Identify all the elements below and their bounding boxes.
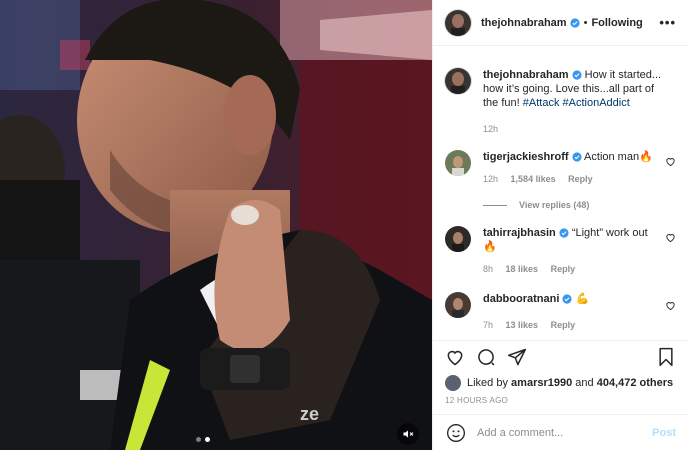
reply-button[interactable]: Reply xyxy=(551,264,576,274)
commenter-avatar-image xyxy=(445,292,471,318)
comment-input[interactable] xyxy=(477,426,653,439)
comment-body: dabbooratnani 💪 7h 13 likes Reply xyxy=(483,292,653,332)
caption-time[interactable]: 12h xyxy=(483,124,498,134)
author-username[interactable]: thejohnabraham xyxy=(481,17,567,29)
flexed-biceps-emoji: 💪 xyxy=(575,293,590,305)
liker-avatar[interactable] xyxy=(445,375,461,391)
comment-meta: 12h 1,584 likes Reply xyxy=(483,172,653,186)
smiley-icon xyxy=(447,423,465,442)
post-caption: thejohnabraham How it started... how it’… xyxy=(445,46,676,136)
comment-time[interactable]: 7h xyxy=(483,320,493,330)
comment-meta: 7h 13 likes Reply xyxy=(483,318,653,332)
like-button[interactable] xyxy=(443,345,467,369)
commenter-avatar[interactable] xyxy=(445,226,471,252)
heart-outline-icon xyxy=(447,350,463,365)
likes-count[interactable]: 404,472 others xyxy=(597,377,673,389)
comment-item: tahirrajbhasin “Light” work out 🔥 8h 18 … xyxy=(445,226,676,276)
reply-button[interactable]: Reply xyxy=(551,320,576,330)
commenter-avatar[interactable] xyxy=(445,292,471,318)
carousel-indicator xyxy=(196,437,210,442)
caption-username[interactable]: thejohnabraham xyxy=(483,69,569,81)
heart-icon[interactable] xyxy=(665,156,676,167)
comment-username[interactable]: tigerjackieshroff xyxy=(483,151,569,163)
liked-by-summary: Liked by amarsr1990 and 404,472 others xyxy=(433,372,688,394)
following-button[interactable]: Following xyxy=(591,17,642,29)
speaker-muted-icon xyxy=(403,430,414,438)
svg-text:ze: ze xyxy=(300,404,319,424)
comment-likes-count[interactable]: 1,584 likes xyxy=(511,174,556,184)
comments-list: thejohnabraham How it started... how it’… xyxy=(433,46,688,340)
commenter-avatar[interactable] xyxy=(445,150,471,176)
view-replies-label: View replies (48) xyxy=(519,200,590,210)
more-options-button[interactable]: ••• xyxy=(659,15,676,30)
post-header: thejohnabraham • Following ••• xyxy=(433,0,688,46)
verified-badge-icon xyxy=(562,294,572,304)
author-avatar-image xyxy=(445,9,471,36)
comment-body: tigerjackieshroff Action man🔥 12h 1,584 … xyxy=(483,150,653,186)
caption-body: thejohnabraham How it started... how it’… xyxy=(483,68,663,136)
verified-badge-icon xyxy=(572,152,582,162)
liked-by-middle: and xyxy=(575,377,594,389)
view-replies-line xyxy=(483,204,507,206)
heart-icon[interactable] xyxy=(665,300,676,311)
commenter-avatar-image xyxy=(445,226,471,252)
hashtag-attack[interactable]: #Attack xyxy=(523,97,560,109)
share-button[interactable] xyxy=(505,345,529,369)
caption-avatar-image xyxy=(445,68,471,94)
verified-badge-icon xyxy=(571,70,582,80)
comment-text: Action man xyxy=(584,151,640,163)
save-button[interactable] xyxy=(654,345,678,369)
post-action-bar xyxy=(433,340,688,372)
post-timestamp[interactable]: 12 HOURS AGO xyxy=(433,394,688,408)
caption-meta: 12h xyxy=(483,122,663,136)
comment-time[interactable]: 8h xyxy=(483,264,493,274)
verified-badge-icon xyxy=(569,17,580,28)
post-side-panel: thejohnabraham • Following ••• thejohnab… xyxy=(432,0,688,450)
verified-badge-icon xyxy=(559,228,569,238)
reply-button[interactable]: Reply xyxy=(568,174,593,184)
comment-likes-count[interactable]: 13 likes xyxy=(506,320,539,330)
paper-plane-icon xyxy=(507,348,527,365)
bookmark-icon xyxy=(659,347,673,366)
comment-item: tigerjackieshroff Action man🔥 12h 1,584 … xyxy=(445,150,676,186)
comment-meta: 8h 18 likes Reply xyxy=(483,262,653,276)
post-comment-button[interactable]: Post xyxy=(652,427,676,439)
comment-time[interactable]: 12h xyxy=(483,174,498,184)
hashtag-actionaddict[interactable]: #ActionAddict xyxy=(563,97,630,109)
header-user: thejohnabraham • Following xyxy=(481,17,643,29)
comment-item: dabbooratnani 💪 7h 13 likes Reply xyxy=(445,292,676,332)
comment-button[interactable] xyxy=(474,345,498,369)
view-replies-button[interactable]: View replies (48) xyxy=(483,200,676,210)
comment-body: tahirrajbhasin “Light” work out 🔥 8h 18 … xyxy=(483,226,653,276)
comment-text: “Light” work out xyxy=(571,227,648,239)
emoji-picker-button[interactable] xyxy=(445,422,467,444)
heart-icon[interactable] xyxy=(665,232,676,243)
author-avatar[interactable] xyxy=(445,9,471,36)
carousel-dot xyxy=(196,437,201,442)
comment-username[interactable]: tahirrajbhasin xyxy=(483,227,556,239)
mute-toggle-button[interactable] xyxy=(397,423,419,445)
post-video-frame: ze xyxy=(0,0,432,450)
carousel-dot-active xyxy=(205,437,210,442)
liker-username[interactable]: amarsr1990 xyxy=(511,377,572,389)
fire-emoji: 🔥 xyxy=(483,241,497,253)
commenter-avatar-image xyxy=(445,150,471,176)
comment-likes-count[interactable]: 18 likes xyxy=(506,264,539,274)
fire-emoji: 🔥 xyxy=(639,151,653,163)
header-separator: • xyxy=(583,16,588,29)
caption-author-avatar[interactable] xyxy=(445,68,471,94)
instagram-post-modal: ze thejohnabraham • Following ••• thejoh… xyxy=(0,0,688,450)
comment-username[interactable]: dabbooratnani xyxy=(483,293,559,305)
liked-by-prefix: Liked by xyxy=(467,377,508,389)
add-comment-bar: Post xyxy=(433,414,688,450)
post-media[interactable]: ze xyxy=(0,0,432,450)
speech-bubble-icon xyxy=(478,348,495,365)
